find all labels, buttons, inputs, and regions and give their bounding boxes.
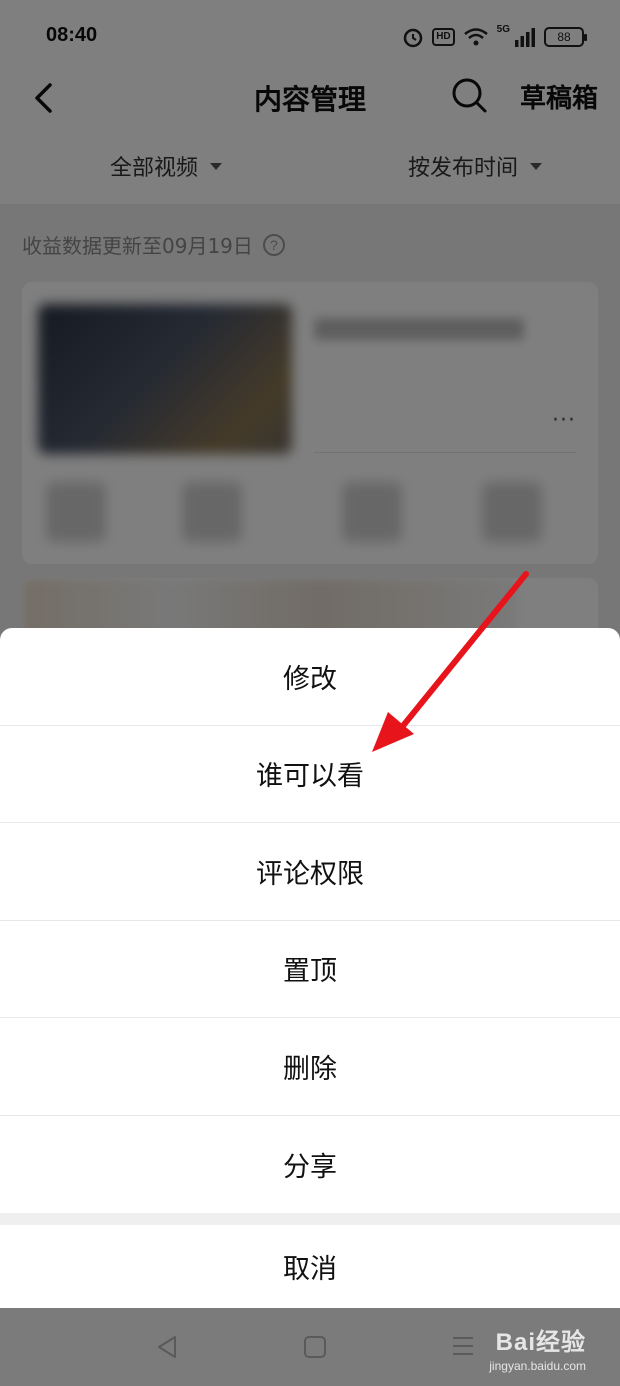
action-sheet: 修改 谁可以看 评论权限 置顶 删除 分享 取消 (0, 628, 620, 1308)
watermark-url: jingyan.baidu.com (489, 1359, 586, 1373)
delete-option[interactable]: 删除 (0, 1018, 620, 1116)
edit-option[interactable]: 修改 (0, 628, 620, 726)
system-recents-icon[interactable] (452, 1336, 474, 1356)
who-can-view-option[interactable]: 谁可以看 (0, 726, 620, 823)
system-home-icon[interactable] (304, 1336, 326, 1358)
comment-permission-option[interactable]: 评论权限 (0, 823, 620, 921)
pin-to-top-option[interactable]: 置顶 (0, 921, 620, 1018)
watermark-brand: Bai经验 (495, 1329, 586, 1356)
baidu-jingyan-watermark: Bai经验 jingyan.baidu.com (489, 1322, 586, 1373)
sheet-separator (0, 1213, 620, 1225)
share-option[interactable]: 分享 (0, 1116, 620, 1214)
system-back-icon[interactable] (154, 1334, 180, 1360)
cancel-button[interactable]: 取消 (0, 1225, 620, 1307)
system-navigation-bar: Bai经验 jingyan.baidu.com (0, 1308, 620, 1386)
